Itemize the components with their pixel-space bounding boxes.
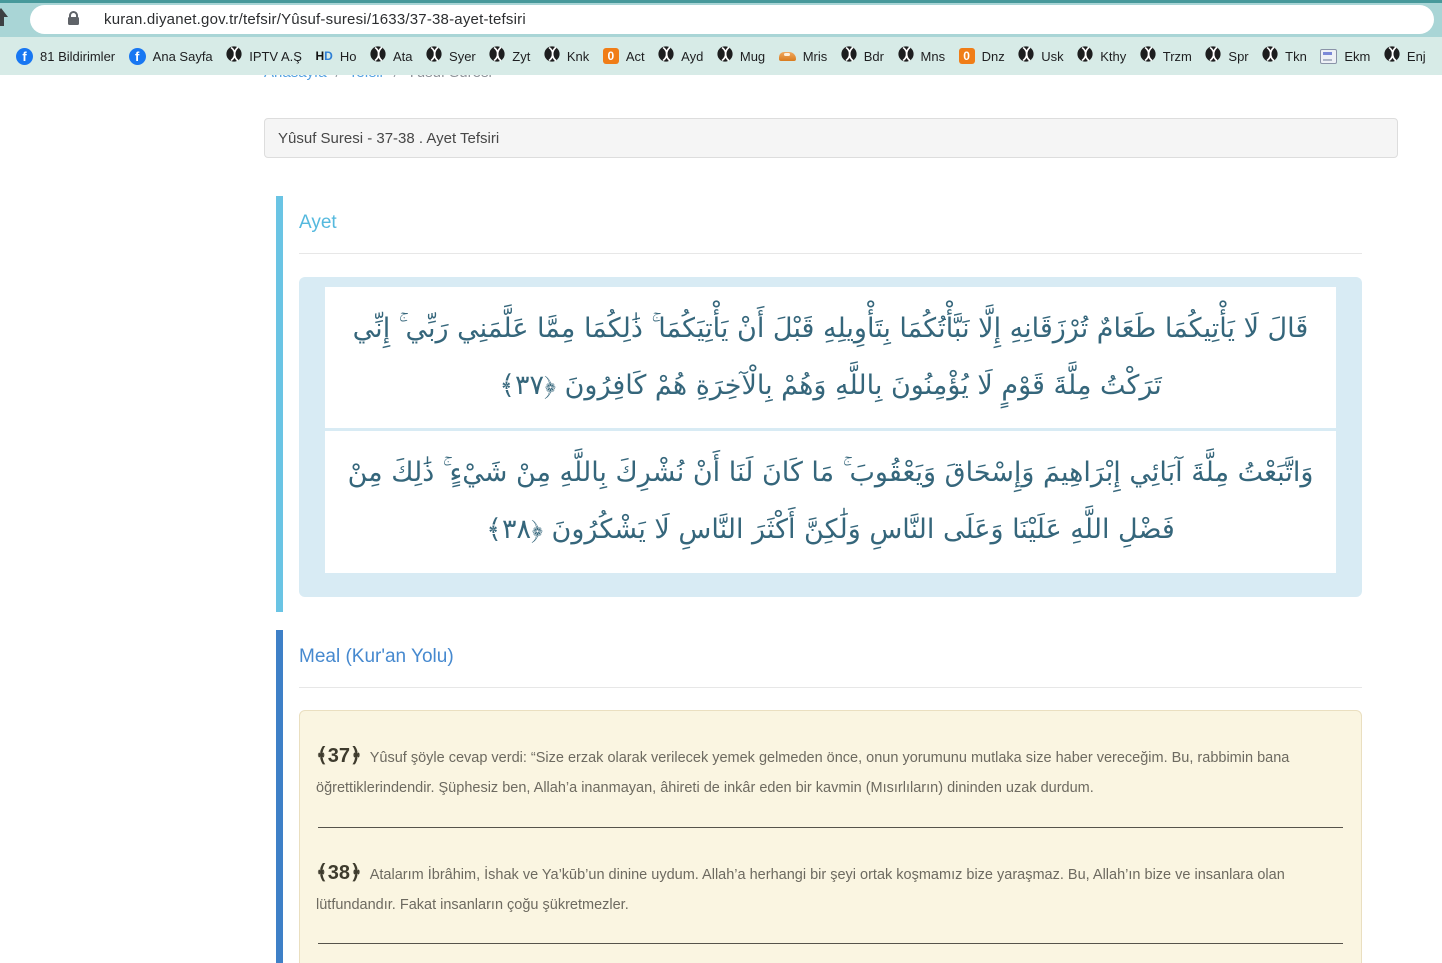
globe-icon: [1262, 46, 1278, 67]
bookmark-label: Knk: [567, 49, 589, 64]
meal-verse-37: ﴾37﴿ Yûsuf şöyle cevap verdi: “Size erza…: [316, 737, 1345, 803]
section-divider: [299, 253, 1362, 254]
bookmark-item[interactable]: HD Ho: [315, 49, 356, 64]
bookmark-item[interactable]: Enj: [1384, 46, 1426, 67]
facebook-icon: f: [129, 48, 146, 65]
bookmark-label: Usk: [1041, 49, 1063, 64]
globe-icon: [1077, 46, 1093, 67]
bookmark-item[interactable]: Kthy: [1077, 46, 1126, 67]
globe-icon: [898, 46, 914, 67]
arabic-verse-38-box: وَاتَّبَعْتُ مِلَّةَ آبَائِي إِبْرَاهِيم…: [325, 431, 1336, 572]
globe-icon: [658, 46, 674, 67]
bookmark-item[interactable]: Syer: [426, 46, 476, 67]
bookmark-item[interactable]: Zyt: [489, 46, 530, 67]
bookmark-label: Bdr: [864, 49, 884, 64]
bookmark-label: Ana Sayfa: [153, 49, 213, 64]
url-bar[interactable]: kuran.diyanet.gov.tr/tefsir/Yûsuf-suresi…: [30, 5, 1434, 34]
bookmarks-bar: f 81 Bildirimler f Ana Sayfa IPTV A.Ş HD…: [0, 37, 1442, 75]
bookmark-item[interactable]: Ayd: [658, 46, 703, 67]
meal-translation-panel: ﴾37﴿ Yûsuf şöyle cevap verdi: “Size erza…: [299, 710, 1362, 963]
bookmark-label: IPTV A.Ş: [249, 49, 302, 64]
bookmark-label: Ata: [393, 49, 413, 64]
ayet-heading: Ayet: [299, 212, 1362, 234]
globe-icon: [841, 46, 857, 67]
page-title: Yûsuf Suresi - 37-38 . Ayet Tefsiri: [278, 130, 499, 147]
app-window-icon: [1320, 49, 1337, 64]
bookmark-label: Ayd: [681, 49, 703, 64]
verse-37-number: ﴾37﴿: [316, 745, 362, 767]
zero-badge-icon: 0: [603, 48, 619, 64]
bookmark-item[interactable]: 0 Act: [603, 48, 645, 64]
globe-icon: [544, 46, 560, 67]
bookmark-label: Mns: [921, 49, 946, 64]
globe-icon: [1205, 46, 1221, 67]
url-text[interactable]: kuran.diyanet.gov.tr/tefsir/Yûsuf-suresi…: [104, 11, 526, 28]
bookmark-item[interactable]: Spr: [1205, 46, 1248, 67]
bookmark-label: Kthy: [1100, 49, 1126, 64]
verse-38-number: ﴾38﴿: [316, 862, 362, 884]
facebook-icon: f: [16, 48, 33, 65]
globe-icon: [1384, 46, 1400, 67]
arabic-verse-37-box: قَالَ لَا يَأْتِيكُمَا طَعَامٌ تُرْزَقَا…: [325, 287, 1336, 428]
globe-icon: [1140, 46, 1156, 67]
globe-icon: [1018, 46, 1034, 67]
bookmark-item[interactable]: Trzm: [1140, 46, 1192, 67]
bookmark-item[interactable]: Mns: [898, 46, 946, 67]
bookmark-item[interactable]: Mug: [717, 46, 765, 67]
arabic-verses-panel: قَالَ لَا يَأْتِيكُمَا طَعَامٌ تُرْزَقَا…: [299, 277, 1362, 597]
bookmark-label: Ho: [340, 49, 357, 64]
window-top-edge: [0, 0, 1442, 3]
bookmark-label: 81 Bildirimler: [40, 49, 115, 64]
browser-toolbar: kuran.diyanet.gov.tr/tefsir/Yûsuf-suresi…: [0, 0, 1442, 37]
ayet-section: Ayet قَالَ لَا يَأْتِيكُمَا طَعَامٌ تُرْ…: [276, 196, 1362, 612]
globe-icon: [717, 46, 733, 67]
bookmark-item[interactable]: f 81 Bildirimler: [16, 48, 115, 65]
globe-icon: [489, 46, 505, 67]
meal-verse-38: ﴾38﴿ Atalarım İbrâhim, İshak ve Ya’kūb’u…: [316, 854, 1345, 920]
bookmark-item[interactable]: Tkn: [1262, 46, 1307, 67]
globe-icon: [426, 46, 442, 67]
hd-icon: HD: [315, 50, 332, 62]
bookmark-label: Mris: [803, 49, 828, 64]
verse-38-text: Atalarım İbrâhim, İshak ve Ya’kūb’un din…: [316, 867, 1285, 913]
bookmark-label: Syer: [449, 49, 476, 64]
bookmark-label: Dnz: [982, 49, 1005, 64]
bookmark-label: Act: [626, 49, 645, 64]
car-icon: [779, 52, 796, 61]
bookmark-item[interactable]: f Ana Sayfa: [129, 48, 213, 65]
bookmark-label: Trzm: [1163, 49, 1192, 64]
bookmark-label: Ekm: [1344, 49, 1370, 64]
verse-37-text: Yûsuf şöyle cevap verdi: “Size erzak ola…: [316, 750, 1289, 796]
bookmark-item[interactable]: Knk: [544, 46, 589, 67]
verse-divider: [318, 827, 1343, 828]
bookmark-label: Enj: [1407, 49, 1426, 64]
bookmark-label: Mug: [740, 49, 765, 64]
bookmark-item[interactable]: 0 Dnz: [959, 48, 1005, 64]
bookmark-item[interactable]: Usk: [1018, 46, 1063, 67]
bookmark-label: Tkn: [1285, 49, 1307, 64]
bookmark-item[interactable]: IPTV A.Ş: [226, 46, 302, 67]
page-title-panel: Yûsuf Suresi - 37-38 . Ayet Tefsiri: [264, 118, 1398, 158]
meal-heading: Meal (Kur'an Yolu): [299, 646, 1362, 668]
partial-arrow-icon: [0, 8, 8, 28]
bookmark-label: Spr: [1228, 49, 1248, 64]
bookmark-item[interactable]: Bdr: [841, 46, 884, 67]
browser-window: kuran.diyanet.gov.tr/tefsir/Yûsuf-suresi…: [0, 0, 1442, 963]
bookmark-item[interactable]: Ata: [370, 46, 413, 67]
bookmark-item[interactable]: Ekm: [1320, 49, 1370, 64]
verse-divider: [318, 943, 1343, 944]
zero-badge-icon: 0: [959, 48, 975, 64]
bookmark-item[interactable]: Mris: [779, 49, 828, 64]
arabic-verse-38-text: وَاتَّبَعْتُ مِلَّةَ آبَائِي إِبْرَاهِيم…: [343, 445, 1318, 558]
section-divider: [299, 687, 1362, 688]
globe-icon: [370, 46, 386, 67]
globe-icon: [226, 46, 242, 67]
arabic-verse-37-text: قَالَ لَا يَأْتِيكُمَا طَعَامٌ تُرْزَقَا…: [343, 301, 1318, 414]
lock-icon[interactable]: [68, 17, 79, 25]
bookmark-label: Zyt: [512, 49, 530, 64]
meal-section: Meal (Kur'an Yolu) ﴾37﴿ Yûsuf şöyle ceva…: [276, 630, 1362, 963]
